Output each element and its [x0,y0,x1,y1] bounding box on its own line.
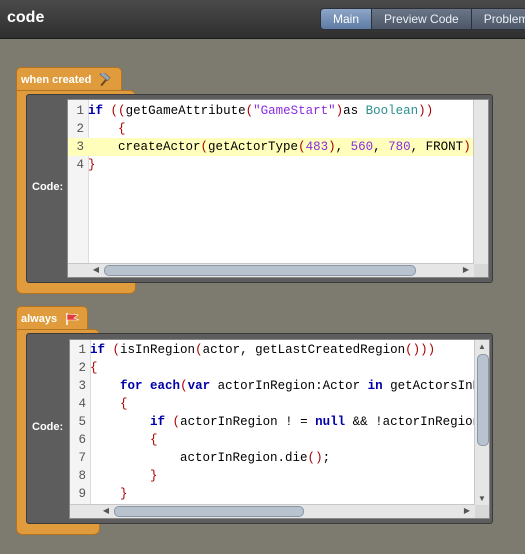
code-label: Code: [32,421,64,433]
tab-main[interactable]: Main [320,8,373,30]
block-header[interactable]: always [16,306,89,331]
code-line[interactable]: 4} [68,156,474,174]
code-line[interactable]: 6 { [70,431,475,449]
horizontal-scrollbar[interactable]: ◀ ▶ [68,263,474,277]
scroll-right-icon[interactable]: ▶ [461,505,473,516]
flag-icon [63,312,80,326]
always-block[interactable]: always Code: 1 if (isInRegion(actor, getL… [16,306,496,538]
code-line[interactable]: 1 if (isInRegion(actor, getLastCreatedReg… [70,341,475,359]
scroll-corner [475,505,489,518]
code-line[interactable]: 7 actorInRegion.die(); [70,449,475,467]
vertical-scrollbar[interactable] [473,100,488,264]
code-line[interactable]: 3 for each(var actorInRegion:Actor in ge… [70,377,475,395]
scroll-left-icon[interactable]: ◀ [90,264,102,275]
block-title: when created [21,74,92,86]
code-line[interactable]: 9 } [70,485,475,503]
scroll-corner [474,264,488,277]
horizontal-scroll-thumb[interactable] [104,265,416,276]
top-bar: code Main Preview Code Problems [0,0,525,39]
scroll-down-icon[interactable]: ▼ [476,493,488,504]
code-line[interactable]: 2{ [70,359,475,377]
view-tabs: Main Preview Code Problems [320,8,525,30]
code-line[interactable]: 8 } [70,467,475,485]
code-line[interactable]: 2 { [68,120,474,138]
horizontal-scrollbar[interactable]: ◀ ▶ [70,504,475,518]
code-line[interactable]: 5 if (actorInRegion ! = null && !actorIn… [70,413,475,431]
horizontal-scroll-thumb[interactable] [114,506,304,517]
code-editor[interactable]: 1 if ((getGameAttribute("GameStart")as Bo… [67,99,489,278]
code-line-highlighted[interactable]: 3 createActor(getActorType(483), 560, 78… [68,138,474,156]
code-line[interactable]: 4 { [70,395,475,413]
when-created-block[interactable]: when created Code: 1 if ((getGameAttribut… [16,67,496,297]
block-title: always [21,313,58,325]
vertical-scrollbar[interactable]: ▲ ▼ [474,340,489,505]
code-editor[interactable]: 1 if (isInRegion(actor, getLastCreatedReg… [69,339,490,519]
tab-preview-code[interactable]: Preview Code [371,8,472,30]
scroll-left-icon[interactable]: ◀ [100,505,112,516]
panel-title: code [7,9,45,26]
tab-problems[interactable]: Problems [470,8,525,30]
hammer-icon [97,70,113,87]
code-label: Code: [32,181,64,193]
vertical-scroll-thumb[interactable] [477,354,489,446]
code-line[interactable]: 1 if ((getGameAttribute("GameStart")as Bo… [68,102,474,120]
scroll-up-icon[interactable]: ▲ [476,341,488,352]
block-header[interactable]: when created [16,67,123,92]
scroll-right-icon[interactable]: ▶ [460,264,472,275]
